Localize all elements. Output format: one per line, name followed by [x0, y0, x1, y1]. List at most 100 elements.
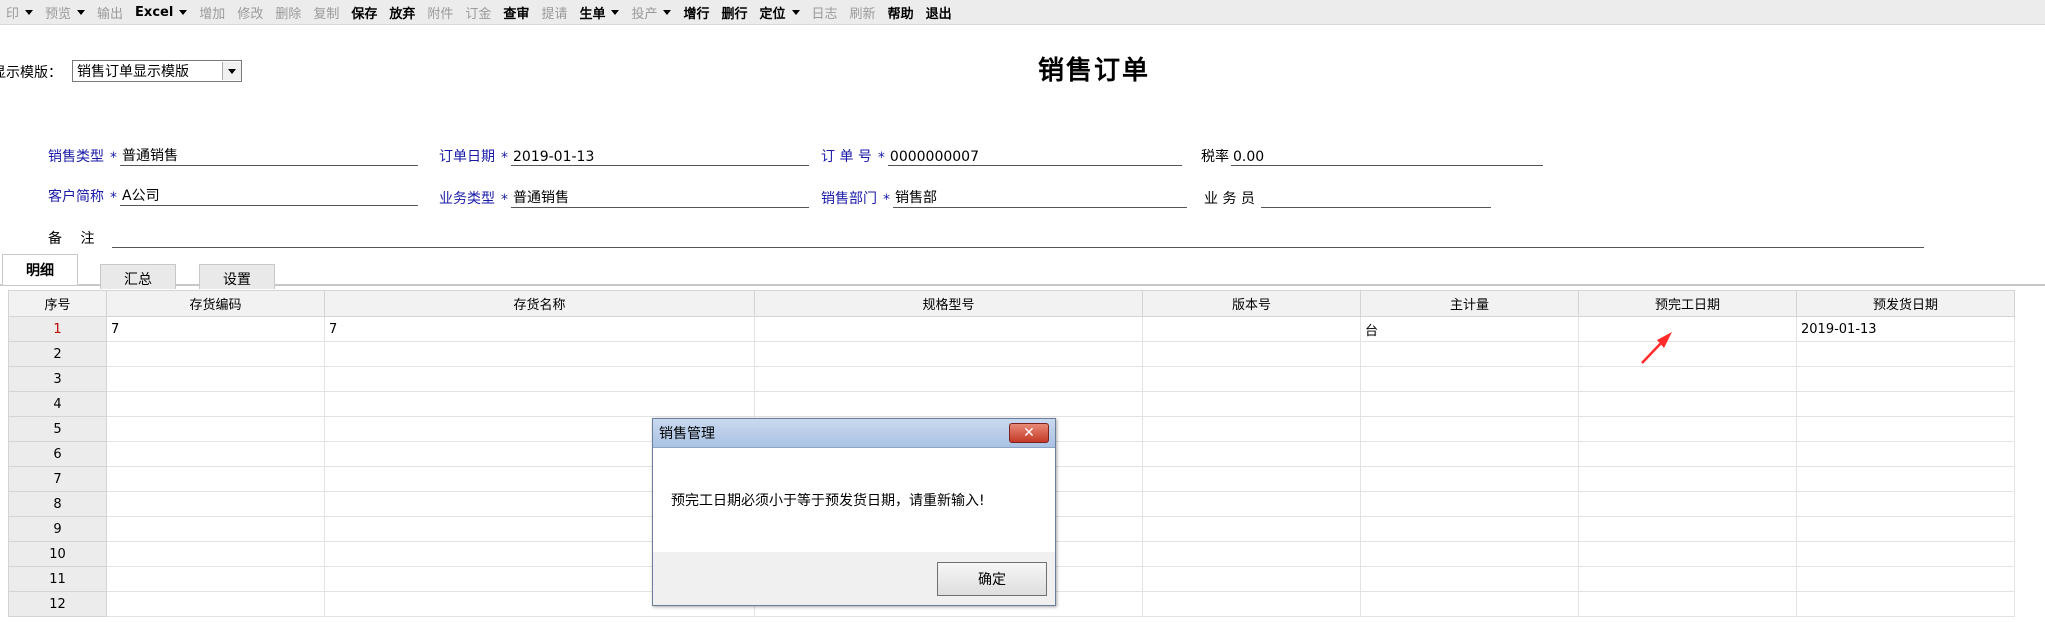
table-row[interactable]: 2: [8, 341, 2015, 367]
toolbar-item-18[interactable]: 定位: [754, 0, 806, 24]
toolbar-item-11[interactable]: 订金: [459, 0, 497, 24]
table-cell[interactable]: [1796, 591, 2015, 617]
toolbar-item-6[interactable]: 删除: [269, 0, 307, 24]
table-cell[interactable]: [1142, 491, 1361, 517]
table-cell[interactable]: [1578, 466, 1797, 492]
table-cell[interactable]: [1142, 391, 1361, 417]
chevron-down-icon[interactable]: [791, 9, 800, 15]
toolbar-item-3[interactable]: Excel: [129, 0, 193, 24]
table-cell[interactable]: [1142, 316, 1361, 342]
table-cell[interactable]: [1796, 566, 2015, 592]
toolbar-item-0[interactable]: 印: [0, 0, 39, 24]
table-cell[interactable]: [1360, 366, 1579, 392]
toolbar-item-5[interactable]: 修改: [231, 0, 269, 24]
table-cell[interactable]: [106, 416, 325, 442]
table-row[interactable]: 1 7 7 台 2019-01-13: [8, 316, 2015, 342]
sales-dept-input[interactable]: 销售部: [893, 187, 1187, 208]
table-cell[interactable]: [1142, 416, 1361, 442]
toolbar-item-8[interactable]: 保存: [345, 0, 383, 24]
table-cell[interactable]: [1360, 441, 1579, 467]
table-cell[interactable]: [1796, 466, 2015, 492]
toolbar-item-10[interactable]: 附件: [421, 0, 459, 24]
table-cell[interactable]: [106, 391, 325, 417]
toolbar-item-7[interactable]: 复制: [307, 0, 345, 24]
toolbar-item-2[interactable]: 输出: [91, 0, 129, 24]
table-cell[interactable]: 7: [324, 316, 755, 342]
table-cell[interactable]: [106, 491, 325, 517]
table-cell[interactable]: [106, 591, 325, 617]
column-header[interactable]: 预发货日期: [1796, 290, 2015, 317]
table-cell[interactable]: [1578, 591, 1797, 617]
table-cell[interactable]: [1142, 516, 1361, 542]
table-cell[interactable]: [1142, 466, 1361, 492]
order-date-input[interactable]: 2019-01-13: [511, 145, 809, 166]
ok-button[interactable]: 确定: [937, 561, 1047, 596]
tab-detail[interactable]: 明细: [2, 254, 78, 285]
table-cell[interactable]: [1142, 366, 1361, 392]
table-cell[interactable]: [1142, 441, 1361, 467]
toolbar-item-1[interactable]: 预览: [39, 0, 91, 24]
table-cell[interactable]: 7: [106, 316, 325, 342]
toolbar-item-4[interactable]: 增加: [193, 0, 231, 24]
table-cell[interactable]: [1796, 541, 2015, 567]
table-cell[interactable]: [106, 441, 325, 467]
table-cell[interactable]: [1578, 566, 1797, 592]
table-cell[interactable]: [1360, 591, 1579, 617]
table-cell[interactable]: [1796, 391, 2015, 417]
column-header[interactable]: 预完工日期: [1578, 290, 1797, 317]
table-cell[interactable]: [1796, 366, 2015, 392]
chevron-down-icon[interactable]: [179, 9, 188, 15]
tab-settings[interactable]: 设置: [199, 264, 275, 289]
chevron-down-icon[interactable]: [222, 62, 241, 80]
table-cell[interactable]: [1796, 416, 2015, 442]
table-cell[interactable]: [754, 366, 1143, 392]
table-cell[interactable]: [1142, 341, 1361, 367]
dialog-title-bar[interactable]: 销售管理 ✕: [653, 419, 1055, 448]
table-cell[interactable]: [1796, 341, 2015, 367]
remark-input[interactable]: [112, 227, 1924, 248]
toolbar-item-9[interactable]: 放弃: [383, 0, 421, 24]
template-select[interactable]: 销售订单显示模版: [72, 60, 242, 82]
table-cell[interactable]: [1578, 341, 1797, 367]
table-cell[interactable]: [1578, 416, 1797, 442]
table-cell[interactable]: [1578, 541, 1797, 567]
table-cell[interactable]: 台: [1360, 316, 1579, 342]
table-cell[interactable]: [106, 566, 325, 592]
table-cell[interactable]: [106, 341, 325, 367]
table-cell[interactable]: [1360, 566, 1579, 592]
toolbar-item-16[interactable]: 增行: [677, 0, 715, 24]
table-cell[interactable]: [1796, 441, 2015, 467]
table-cell[interactable]: [1578, 366, 1797, 392]
table-cell[interactable]: [1578, 491, 1797, 517]
column-header[interactable]: 规格型号: [754, 290, 1143, 317]
table-cell[interactable]: [754, 316, 1143, 342]
chevron-down-icon[interactable]: [25, 9, 34, 15]
sales-type-input[interactable]: 普通销售: [120, 145, 418, 166]
column-header[interactable]: 序号: [8, 290, 107, 317]
toolbar-item-17[interactable]: 删行: [716, 0, 754, 24]
table-cell[interactable]: [1796, 491, 2015, 517]
table-cell[interactable]: [106, 366, 325, 392]
table-cell[interactable]: [1142, 566, 1361, 592]
tax-rate-input[interactable]: 0.00: [1231, 145, 1543, 166]
toolbar-item-19[interactable]: 日志: [806, 0, 844, 24]
table-cell[interactable]: [1360, 341, 1579, 367]
toolbar-item-12[interactable]: 查审: [497, 0, 535, 24]
table-cell[interactable]: [1578, 391, 1797, 417]
table-cell[interactable]: [754, 391, 1143, 417]
table-cell[interactable]: [1360, 516, 1579, 542]
table-cell[interactable]: [324, 366, 755, 392]
close-icon[interactable]: ✕: [1009, 423, 1049, 443]
chevron-down-icon[interactable]: [77, 9, 86, 15]
table-cell[interactable]: [1360, 391, 1579, 417]
business-type-input[interactable]: 普通销售: [511, 187, 809, 208]
table-cell[interactable]: [1360, 416, 1579, 442]
toolbar-item-21[interactable]: 帮助: [882, 0, 920, 24]
salesperson-input[interactable]: [1260, 187, 1491, 208]
table-cell[interactable]: [1360, 541, 1579, 567]
customer-input[interactable]: A公司: [120, 185, 418, 206]
table-cell[interactable]: [1142, 541, 1361, 567]
table-cell[interactable]: [1142, 591, 1361, 617]
chevron-down-icon[interactable]: [663, 9, 672, 15]
table-cell[interactable]: [324, 391, 755, 417]
